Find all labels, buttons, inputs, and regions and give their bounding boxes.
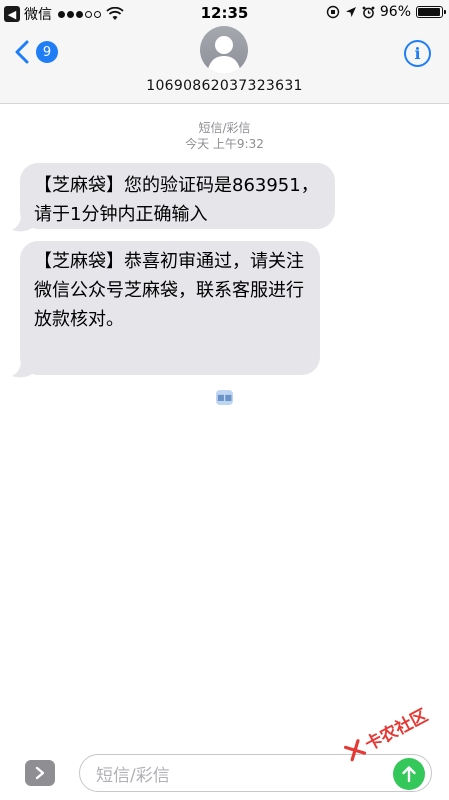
- message-input-bar: 短信/彩信: [0, 744, 449, 800]
- orientation-lock-icon: [326, 5, 340, 19]
- arrow-up-icon: [402, 766, 416, 783]
- incoming-message-bubble[interactable]: 【芝麻袋】恭喜初审通过，请关注微信公众号芝麻袋，联系客服进行放款核对。: [20, 241, 320, 375]
- message-type-label: 短信/彩信: [198, 121, 251, 135]
- scroll-indicator-icon: ■■: [216, 390, 233, 405]
- message-input[interactable]: 短信/彩信: [79, 754, 432, 792]
- send-button[interactable]: [393, 758, 425, 790]
- status-right: 96%: [326, 4, 446, 20]
- location-icon: [345, 7, 356, 17]
- incoming-message-bubble[interactable]: 【芝麻袋】您的验证码是863951，请于1分钟内正确输入: [20, 163, 335, 229]
- contact-avatar[interactable]: [200, 26, 248, 74]
- person-silhouette-icon: [207, 36, 241, 74]
- apps-expand-button[interactable]: [25, 760, 55, 786]
- battery-percent: 96%: [379, 4, 411, 20]
- battery-icon: [416, 6, 446, 18]
- contact-number[interactable]: 10690862037323631: [0, 78, 449, 94]
- message-input-placeholder: 短信/彩信: [96, 765, 170, 786]
- info-button[interactable]: i: [404, 40, 431, 67]
- unread-count-badge: 9: [36, 41, 58, 63]
- chevron-left-icon: [15, 40, 29, 64]
- status-bar: ◀ 微信 12:35 96%: [0, 0, 449, 26]
- chevron-right-icon: [35, 766, 45, 780]
- message-timestamp: 今天 上午9:32: [185, 137, 264, 151]
- back-button[interactable]: 9: [12, 40, 58, 64]
- conversation-header: 9 10690862037323631 i: [0, 26, 449, 104]
- alarm-icon: [362, 6, 375, 18]
